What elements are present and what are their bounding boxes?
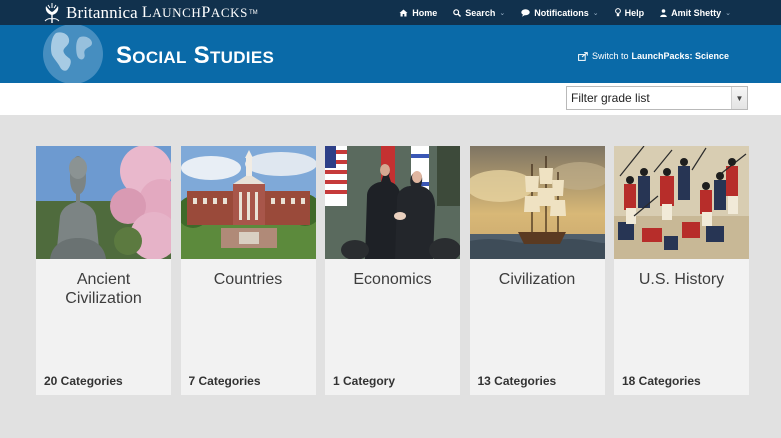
switch-target: LaunchPacks: Science (631, 51, 729, 61)
user-icon (660, 8, 667, 17)
chevron-down-icon: ⌄ (725, 9, 731, 17)
trademark-mark: TM (249, 9, 258, 16)
nav-search[interactable]: Search ⌄ (453, 8, 505, 18)
nav-home-label: Home (412, 7, 438, 18)
brand-product: LAUNCHPACKS (141, 3, 248, 21)
card-category-count: 13 Categories (477, 374, 557, 388)
search-icon (453, 8, 462, 17)
government-building-image (180, 146, 316, 259)
handshake-ceremony-image (325, 146, 460, 259)
nav-home[interactable]: Home (399, 8, 437, 18)
sailing-ship-image (469, 146, 605, 259)
card-title: Countries (213, 271, 283, 288)
brand-name: Britannica (66, 2, 138, 22)
external-share-icon (578, 51, 588, 61)
card-category-count: 7 Categories (188, 374, 261, 388)
card-category-count: 18 Categories (622, 374, 701, 388)
category-card-ancient-civilization[interactable]: Ancient Civilization 20 Categories (36, 146, 171, 395)
category-card-us-history[interactable]: U.S. History 18 Categories (614, 146, 749, 395)
nav-help-label: Help (624, 7, 645, 18)
grade-filter-value: Filter grade list (571, 91, 650, 105)
page-banner: Social Studies Switch to LaunchPacks: Sc… (0, 25, 781, 83)
chevron-down-icon: ⌄ (499, 9, 506, 17)
grade-filter-select[interactable]: Filter grade list ▼ (566, 86, 748, 110)
home-icon (399, 9, 408, 16)
chevron-down-icon: ⌄ (592, 9, 599, 17)
card-title: Civilization (498, 271, 576, 288)
page-title: Social Studies (116, 42, 275, 69)
dropdown-arrow-icon[interactable]: ▼ (731, 87, 747, 109)
card-title: U.S. History (638, 271, 725, 288)
lightbulb-icon (614, 8, 621, 17)
user-name: Amit Shetty (671, 7, 722, 18)
top-nav: Britannica LAUNCHPACKS TM Home Search ⌄ … (0, 0, 781, 25)
battle-painting-image (614, 146, 749, 259)
nav-notifications-label: Notifications (534, 7, 589, 18)
category-cards: Ancient Civilization 20 Categories Count (36, 146, 749, 395)
card-title: Economics (353, 271, 432, 288)
nav-help[interactable]: Help (614, 7, 645, 18)
category-card-countries[interactable]: Countries 7 Categories (180, 146, 316, 395)
card-category-count: 1 Category (333, 374, 396, 388)
nav-user-menu[interactable]: Amit Shetty ⌄ (660, 8, 731, 18)
card-title: Ancient Civilization (65, 271, 142, 307)
switch-launchpack-link[interactable]: Switch to LaunchPacks: Science (578, 51, 729, 61)
category-card-civilization[interactable]: Civilization 13 Categories (469, 146, 605, 395)
britannica-logo[interactable]: Britannica LAUNCHPACKS TM (42, 1, 258, 24)
nav-search-label: Search (465, 7, 496, 18)
switch-prefix: Switch to (591, 51, 629, 61)
thistle-logo-icon (44, 2, 60, 23)
filter-bar: Filter grade list ▼ (0, 83, 781, 115)
globe-icon (43, 25, 103, 83)
speech-bubble-icon (521, 8, 530, 17)
card-category-count: 20 Categories (44, 374, 123, 388)
nav-notifications[interactable]: Notifications ⌄ (521, 7, 599, 18)
buddha-statue-image (36, 146, 171, 259)
category-card-economics[interactable]: Economics 1 Category (325, 146, 460, 395)
